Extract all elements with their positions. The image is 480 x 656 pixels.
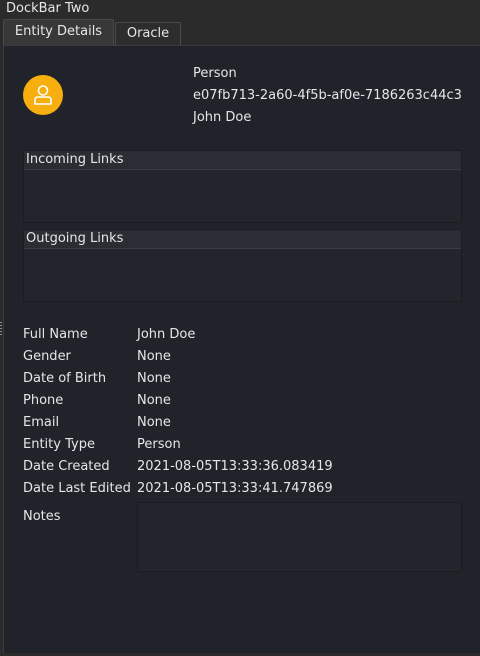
incoming-links-title: Incoming Links	[26, 152, 124, 167]
date-last-edited-value: 2021-08-05T13:33:41.747869	[137, 481, 333, 496]
entity-avatar	[23, 75, 63, 115]
date-of-birth-label: Date of Birth	[23, 371, 107, 386]
notes-label: Notes	[23, 509, 61, 524]
phone-value[interactable]: None	[137, 393, 171, 408]
full-name-value[interactable]: John Doe	[137, 327, 195, 342]
entity-uid: e07fb713-2a60-4f5b-af0e-7186263c44c3	[193, 88, 462, 103]
phone-label: Phone	[23, 393, 64, 408]
dock-title: DockBar Two	[6, 1, 90, 16]
outgoing-links-title: Outgoing Links	[26, 231, 124, 246]
entity-name-heading: John Doe	[193, 110, 252, 125]
notes-textarea[interactable]	[137, 502, 462, 572]
dock-title-bar[interactable]: DockBar Two	[0, 0, 480, 20]
tab-bar: Entity Details Oracle	[0, 19, 480, 45]
incoming-links-list[interactable]	[24, 170, 461, 222]
entity-type-label: Entity Type	[23, 437, 95, 452]
date-of-birth-value[interactable]: None	[137, 371, 171, 386]
email-label: Email	[23, 415, 60, 430]
outgoing-links-header: Outgoing Links	[24, 230, 461, 249]
date-created-label: Date Created	[23, 459, 110, 474]
incoming-links-table[interactable]: Incoming Links	[23, 150, 462, 223]
email-value[interactable]: None	[137, 415, 171, 430]
entity-type-value: Person	[137, 437, 181, 452]
gender-value[interactable]: None	[137, 349, 171, 364]
incoming-links-header: Incoming Links	[24, 151, 461, 170]
entity-type-heading: Person	[193, 66, 237, 81]
tab-entity-details[interactable]: Entity Details	[3, 19, 114, 45]
date-created-value: 2021-08-05T13:33:36.083419	[137, 459, 333, 474]
person-icon	[34, 85, 52, 105]
outgoing-links-list[interactable]	[24, 249, 461, 301]
gender-label: Gender	[23, 349, 71, 364]
tab-oracle[interactable]: Oracle	[115, 22, 181, 45]
date-last-edited-label: Date Last Edited	[23, 481, 131, 496]
full-name-label: Full Name	[23, 327, 88, 342]
outgoing-links-table[interactable]: Outgoing Links	[23, 229, 462, 302]
splitter-handle[interactable]	[0, 322, 2, 336]
